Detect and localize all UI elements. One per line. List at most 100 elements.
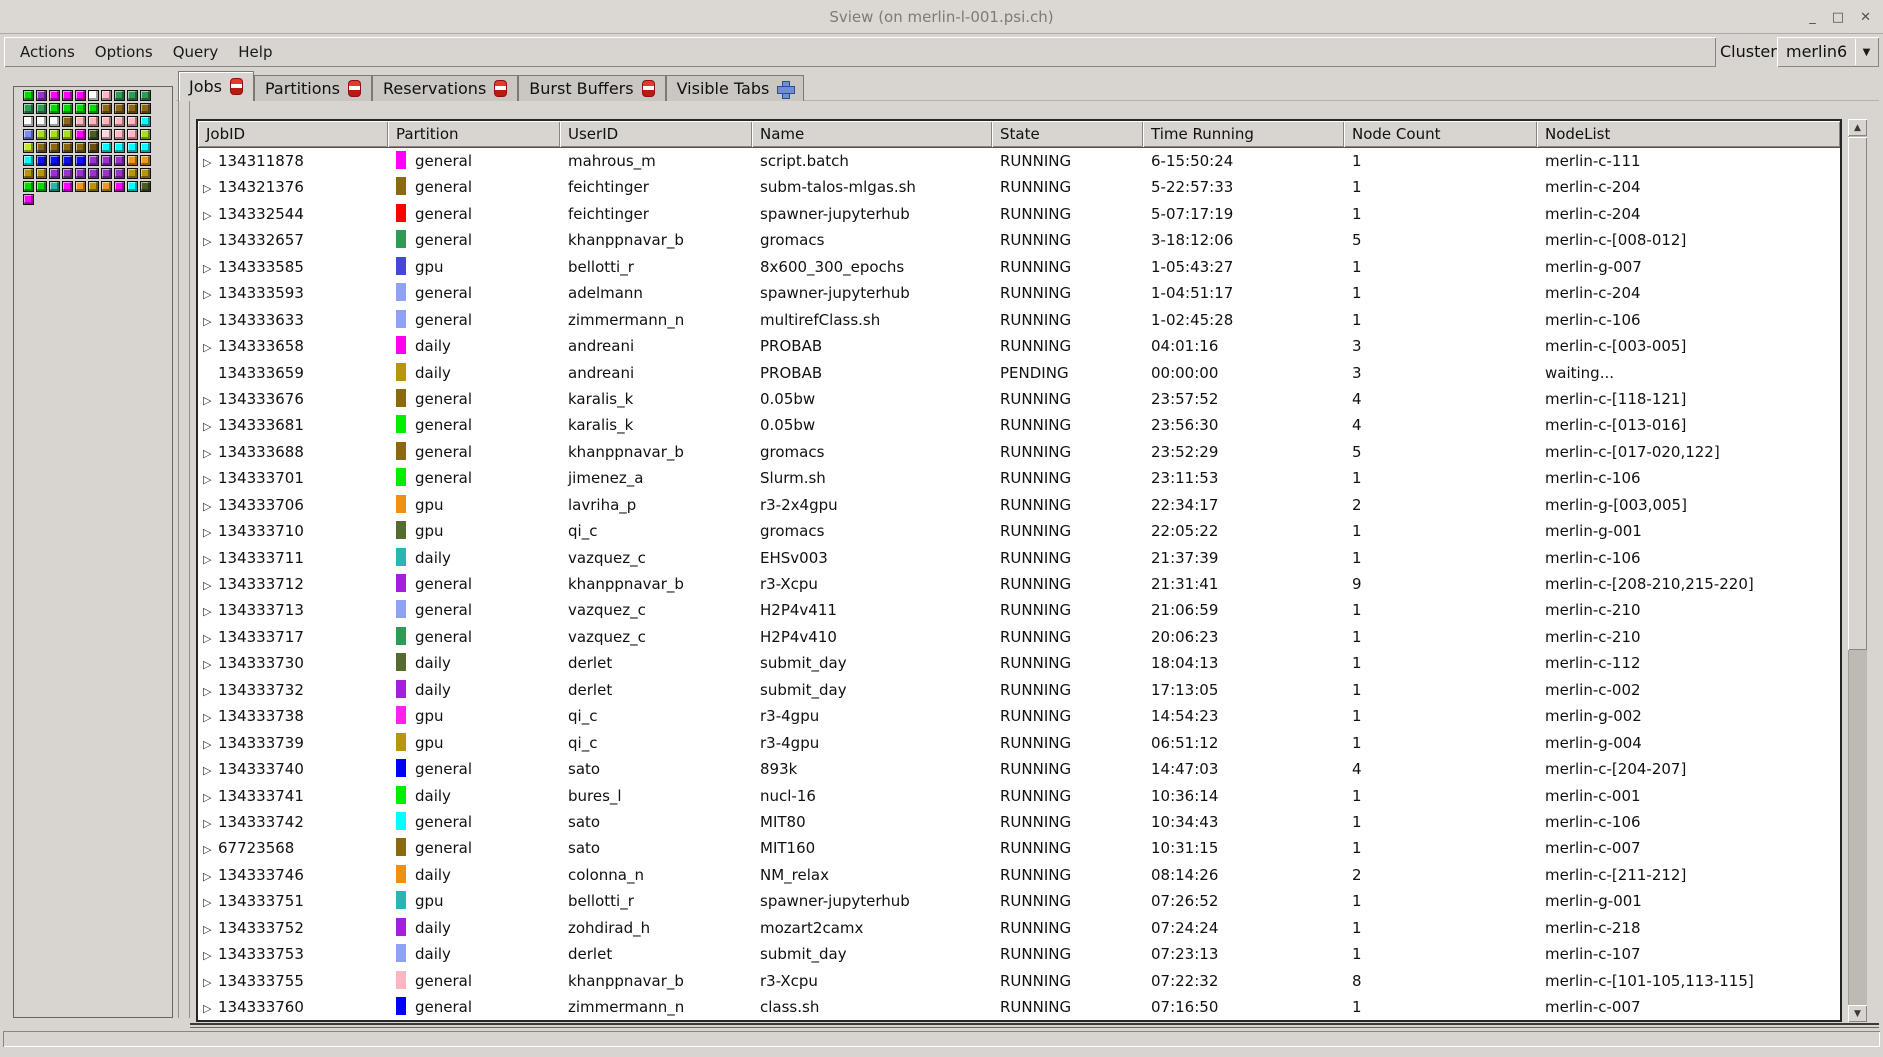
node-square[interactable] xyxy=(36,116,47,127)
node-square[interactable] xyxy=(49,90,60,101)
node-square[interactable] xyxy=(140,129,151,140)
column-header[interactable]: UserID xyxy=(560,121,752,147)
scroll-up-icon[interactable]: ▲ xyxy=(1848,119,1867,136)
node-square[interactable] xyxy=(23,168,34,179)
row-expander-icon[interactable]: ▷ xyxy=(203,441,218,465)
node-square[interactable] xyxy=(23,116,34,127)
row-expander-icon[interactable]: ▷ xyxy=(203,309,218,333)
chevron-down-icon[interactable]: ▼ xyxy=(1855,39,1877,65)
node-square[interactable] xyxy=(62,129,73,140)
table-row[interactable]: ▷134333681 general karalis_k 0.05bw RUNN… xyxy=(198,412,1840,438)
row-expander-icon[interactable]: ▷ xyxy=(203,467,218,491)
node-square[interactable] xyxy=(101,168,112,179)
node-square[interactable] xyxy=(127,155,138,166)
node-square[interactable] xyxy=(114,116,125,127)
row-expander-icon[interactable]: ▷ xyxy=(203,890,218,914)
tab[interactable]: Visible Tabs xyxy=(666,75,805,101)
row-expander-icon[interactable]: ▷ xyxy=(203,679,218,703)
node-square[interactable] xyxy=(127,142,138,153)
node-square[interactable] xyxy=(88,116,99,127)
node-square[interactable] xyxy=(88,181,99,192)
row-expander-icon[interactable]: ▷ xyxy=(203,573,218,597)
table-row[interactable]: ▷134333739 gpu qi_c r3-4gpu RUNNING 06:5… xyxy=(198,730,1840,756)
node-square[interactable] xyxy=(36,168,47,179)
table-row[interactable]: ▷134333717 general vazquez_c H2P4v410 RU… xyxy=(198,624,1840,650)
row-expander-icon[interactable]: ▷ xyxy=(203,335,218,359)
close-button[interactable]: ✕ xyxy=(1860,10,1871,25)
row-expander-icon[interactable]: ▷ xyxy=(203,547,218,571)
node-square[interactable] xyxy=(75,103,86,114)
node-square[interactable] xyxy=(88,129,99,140)
row-expander-icon[interactable]: ▷ xyxy=(203,150,218,174)
tab-toggle-icon[interactable] xyxy=(777,81,793,97)
node-square[interactable] xyxy=(140,155,151,166)
table-row[interactable]: ▷134333712 general khanppnavar_b r3-Xcpu… xyxy=(198,571,1840,597)
row-expander-icon[interactable]: ▷ xyxy=(203,626,218,650)
table-row[interactable]: ▷134333738 gpu qi_c r3-4gpu RUNNING 14:5… xyxy=(198,703,1840,729)
row-expander-icon[interactable]: ▷ xyxy=(203,811,218,835)
row-expander-icon[interactable]: ▷ xyxy=(203,599,218,623)
tab[interactable]: Reservations xyxy=(372,75,518,101)
node-square[interactable] xyxy=(49,142,60,153)
scrollbar-thumb[interactable] xyxy=(1848,137,1867,650)
node-square[interactable] xyxy=(36,181,47,192)
node-square[interactable] xyxy=(62,90,73,101)
node-square[interactable] xyxy=(75,90,86,101)
column-header[interactable]: State xyxy=(992,121,1143,147)
row-expander-icon[interactable]: ▷ xyxy=(203,785,218,809)
node-square[interactable] xyxy=(88,142,99,153)
table-row[interactable]: ▷134333753 daily derlet submit_day RUNNI… xyxy=(198,941,1840,967)
table-row[interactable]: ▷134321376 general feichtinger subm-talo… xyxy=(198,174,1840,200)
vertical-scrollbar[interactable]: ▲ ▼ xyxy=(1848,119,1867,1022)
row-expander-icon[interactable]: ▷ xyxy=(203,494,218,518)
menu-item[interactable]: Actions xyxy=(10,38,85,66)
table-row[interactable]: ▷134333751 gpu bellotti_r spawner-jupyte… xyxy=(198,888,1840,914)
node-square[interactable] xyxy=(114,155,125,166)
node-square[interactable] xyxy=(127,103,138,114)
node-square[interactable] xyxy=(23,103,34,114)
row-expander-icon[interactable]: ▷ xyxy=(203,520,218,544)
node-square[interactable] xyxy=(114,142,125,153)
cluster-dropdown[interactable]: merlin6 ▼ xyxy=(1777,37,1879,67)
node-square[interactable] xyxy=(114,129,125,140)
node-square[interactable] xyxy=(127,116,138,127)
row-expander-icon[interactable]: ▷ xyxy=(203,758,218,782)
maximize-button[interactable]: □ xyxy=(1832,10,1844,25)
node-square[interactable] xyxy=(62,116,73,127)
node-square[interactable] xyxy=(75,142,86,153)
tab-toggle-icon[interactable] xyxy=(348,80,361,97)
node-square[interactable] xyxy=(36,90,47,101)
tab-toggle-icon[interactable] xyxy=(230,78,243,95)
pane-splitter[interactable] xyxy=(178,86,179,1018)
node-square[interactable] xyxy=(114,181,125,192)
tab[interactable]: Partitions xyxy=(254,75,372,101)
node-square[interactable] xyxy=(101,103,112,114)
table-row[interactable]: ▷134333593 general adelmann spawner-jupy… xyxy=(198,280,1840,306)
node-square[interactable] xyxy=(49,116,60,127)
node-square[interactable] xyxy=(36,155,47,166)
node-square[interactable] xyxy=(75,129,86,140)
tab-toggle-icon[interactable] xyxy=(494,80,507,97)
row-expander-icon[interactable]: ▷ xyxy=(203,917,218,941)
node-square[interactable] xyxy=(23,129,34,140)
tab-toggle-icon[interactable] xyxy=(642,80,655,97)
column-header[interactable]: Name xyxy=(752,121,992,147)
node-square[interactable] xyxy=(75,181,86,192)
node-square[interactable] xyxy=(36,103,47,114)
row-expander-icon[interactable]: ▷ xyxy=(203,414,218,438)
row-expander-icon[interactable]: ▷ xyxy=(203,176,218,200)
node-square[interactable] xyxy=(88,155,99,166)
table-row[interactable]: ▷134333752 daily zohdirad_h mozart2camx … xyxy=(198,915,1840,941)
table-row[interactable]: ▷134333659 daily andreani PROBAB PENDING… xyxy=(198,360,1840,386)
node-square[interactable] xyxy=(127,129,138,140)
row-expander-icon[interactable]: ▷ xyxy=(203,705,218,729)
table-row[interactable]: ▷134333760 general zimmermann_n class.sh… xyxy=(198,994,1840,1020)
node-square[interactable] xyxy=(127,168,138,179)
row-expander-icon[interactable]: ▷ xyxy=(203,864,218,888)
table-row[interactable]: ▷134333741 daily bures_l nucl-16 RUNNING… xyxy=(198,783,1840,809)
table-row[interactable]: ▷134333706 gpu lavriha_p r3-2x4gpu RUNNI… xyxy=(198,492,1840,518)
table-row[interactable]: ▷134333755 general khanppnavar_b r3-Xcpu… xyxy=(198,968,1840,994)
node-square[interactable] xyxy=(101,181,112,192)
node-square[interactable] xyxy=(114,103,125,114)
node-square[interactable] xyxy=(75,155,86,166)
